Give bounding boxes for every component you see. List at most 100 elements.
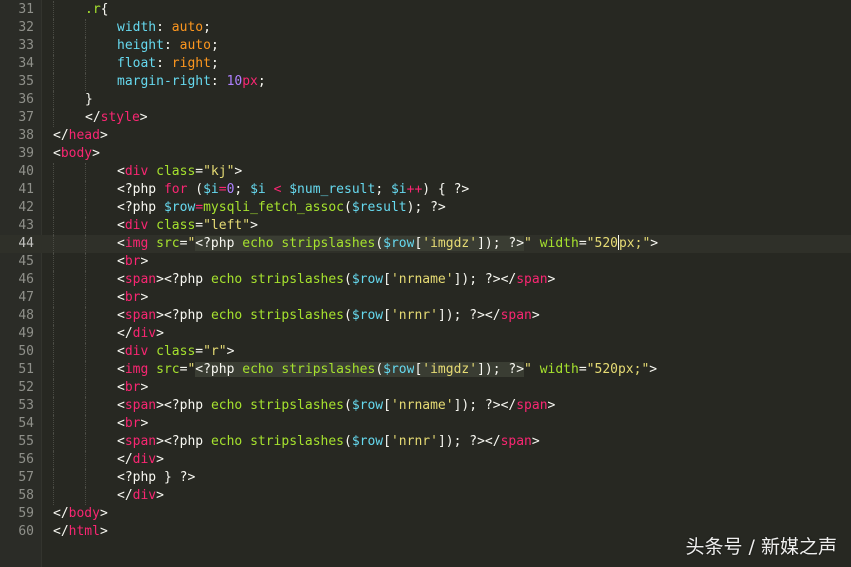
code-line[interactable]: 43 <div class="left"> [0, 217, 851, 235]
code-token: = [195, 218, 204, 233]
code-line[interactable]: 37 </style> [0, 109, 851, 127]
code-token: ( [344, 434, 352, 449]
code-line[interactable]: 59 </body> [0, 505, 851, 523]
code-token: $row [351, 308, 384, 323]
code-token: > [92, 146, 100, 161]
line-number: 59 [18, 506, 34, 521]
code-token: auto [179, 38, 211, 53]
code-line[interactable]: 56 </div> [0, 451, 851, 469]
code-text: <img src="<?php echo stripslashes($row['… [117, 361, 657, 379]
code-token: $row [383, 236, 415, 251]
code-line[interactable]: 48 <span><?php echo stripslashes($row['nr… [0, 307, 851, 325]
code-token: span [516, 272, 548, 287]
code-token: = [218, 182, 227, 197]
code-line[interactable]: 44 <img src = " <?php echo stripslashes($row… [0, 235, 851, 253]
line-number: 47 [18, 290, 34, 305]
code-line[interactable]: 36} [0, 91, 851, 109]
code-line[interactable]: 47 <br> [0, 289, 851, 307]
indent-guide [85, 181, 86, 199]
code-token: div [124, 218, 149, 233]
code-token: br [124, 254, 141, 269]
code-line[interactable]: 53 <span><?php echo stripslashes($row['nr… [0, 397, 851, 415]
code-line[interactable]: 33 height: auto; [0, 37, 851, 55]
code-text: </body> [53, 505, 108, 523]
code-token: > [139, 110, 148, 125]
code-token: <?php } ?> [117, 470, 196, 485]
indent-guide [85, 217, 86, 235]
code-token: 'imgdz' [422, 362, 478, 377]
code-token: $num_result [289, 182, 376, 197]
indent-guide [85, 415, 86, 433]
code-token: br [124, 380, 141, 395]
code-line[interactable]: 54 <br> [0, 415, 851, 433]
indent-guide [53, 1, 54, 19]
code-text: </div> [117, 487, 164, 505]
indent-guide [53, 19, 54, 37]
code-token: = [195, 344, 204, 359]
code-token: < [117, 416, 125, 431]
code-line[interactable]: 41 <?php for ($i=0; $i < $num_result; $i+… [0, 181, 851, 199]
code-token: stripslashes [250, 398, 344, 413]
code-token: body [68, 506, 100, 521]
code-line[interactable]: 42 <?php $row=mysqli_fetch_assoc($result)… [0, 199, 851, 217]
code-token: ; [375, 182, 391, 197]
indent-guide [53, 325, 54, 343]
code-token: echo [242, 236, 274, 251]
code-token: ( [344, 272, 352, 287]
code-line[interactable]: 39 <body> [0, 145, 851, 163]
code-editor[interactable]: 31 .r{32 width: auto; 33 height: auto; 34 floa… [0, 0, 851, 567]
code-token: 'nrname' [390, 398, 454, 413]
code-line[interactable]: 40 <div class="kj"> [0, 163, 851, 181]
indent-guide [53, 73, 54, 91]
code-line[interactable]: 46 <span><?php echo stripslashes($row['nr… [0, 271, 851, 289]
code-token: [ [383, 308, 391, 323]
code-line[interactable]: 31 .r{ [0, 1, 851, 19]
code-line[interactable]: 38 </head> [0, 127, 851, 145]
code-token: echo [242, 362, 274, 377]
code-line[interactable]: 55 <span><?php echo stripslashes($row['nr… [0, 433, 851, 451]
code-line[interactable]: 50 <div class="r"> [0, 343, 851, 361]
code-token: class [156, 164, 196, 179]
line-number: 45 [18, 254, 34, 269]
code-token: </ [53, 506, 69, 521]
code-token: "r" [203, 344, 227, 359]
indent-guide [53, 37, 54, 55]
code-token: ( [375, 236, 384, 251]
code-line[interactable]: 49 </div> [0, 325, 851, 343]
code-token: <?php [163, 308, 211, 323]
line-number: 33 [18, 38, 34, 53]
code-token: </ [484, 434, 501, 449]
code-token: > [140, 290, 149, 305]
code-line[interactable]: 51 <img src = " <?php echo stripslashes($row… [0, 361, 851, 379]
line-number: 49 [18, 326, 34, 341]
code-token: > [156, 488, 164, 503]
code-line[interactable]: 58 </div> [0, 487, 851, 505]
line-number: 48 [18, 308, 34, 323]
indent-guide [53, 469, 54, 487]
code-token: </ [53, 524, 69, 539]
code-line[interactable]: 34 float: right; [0, 55, 851, 73]
code-area[interactable]: 31 .r{32 width: auto; 33 height: auto; 34 floa… [0, 1, 851, 541]
code-line[interactable]: 35 margin-right: 10px; [0, 73, 851, 91]
indent-guide [53, 271, 54, 289]
code-line[interactable]: 32 width: auto; [0, 19, 851, 37]
code-token: < [117, 434, 125, 449]
code-token: > [140, 416, 149, 431]
code-token: </ [53, 128, 69, 143]
code-token: < [117, 398, 125, 413]
code-line[interactable]: 45 <br> [0, 253, 851, 271]
code-line[interactable]: 57 <?php } ?> [0, 469, 851, 487]
code-line[interactable]: 52 <br> [0, 379, 851, 397]
indent-guide [53, 307, 54, 325]
code-token: < [117, 380, 125, 395]
indent-guide [85, 343, 86, 361]
code-token: float [117, 56, 157, 71]
indent-guide [53, 91, 54, 109]
line-number: 44 [18, 236, 34, 251]
code-token: </ [484, 308, 501, 323]
code-token: 'nrnr' [390, 308, 438, 323]
indent-guide [85, 19, 86, 37]
